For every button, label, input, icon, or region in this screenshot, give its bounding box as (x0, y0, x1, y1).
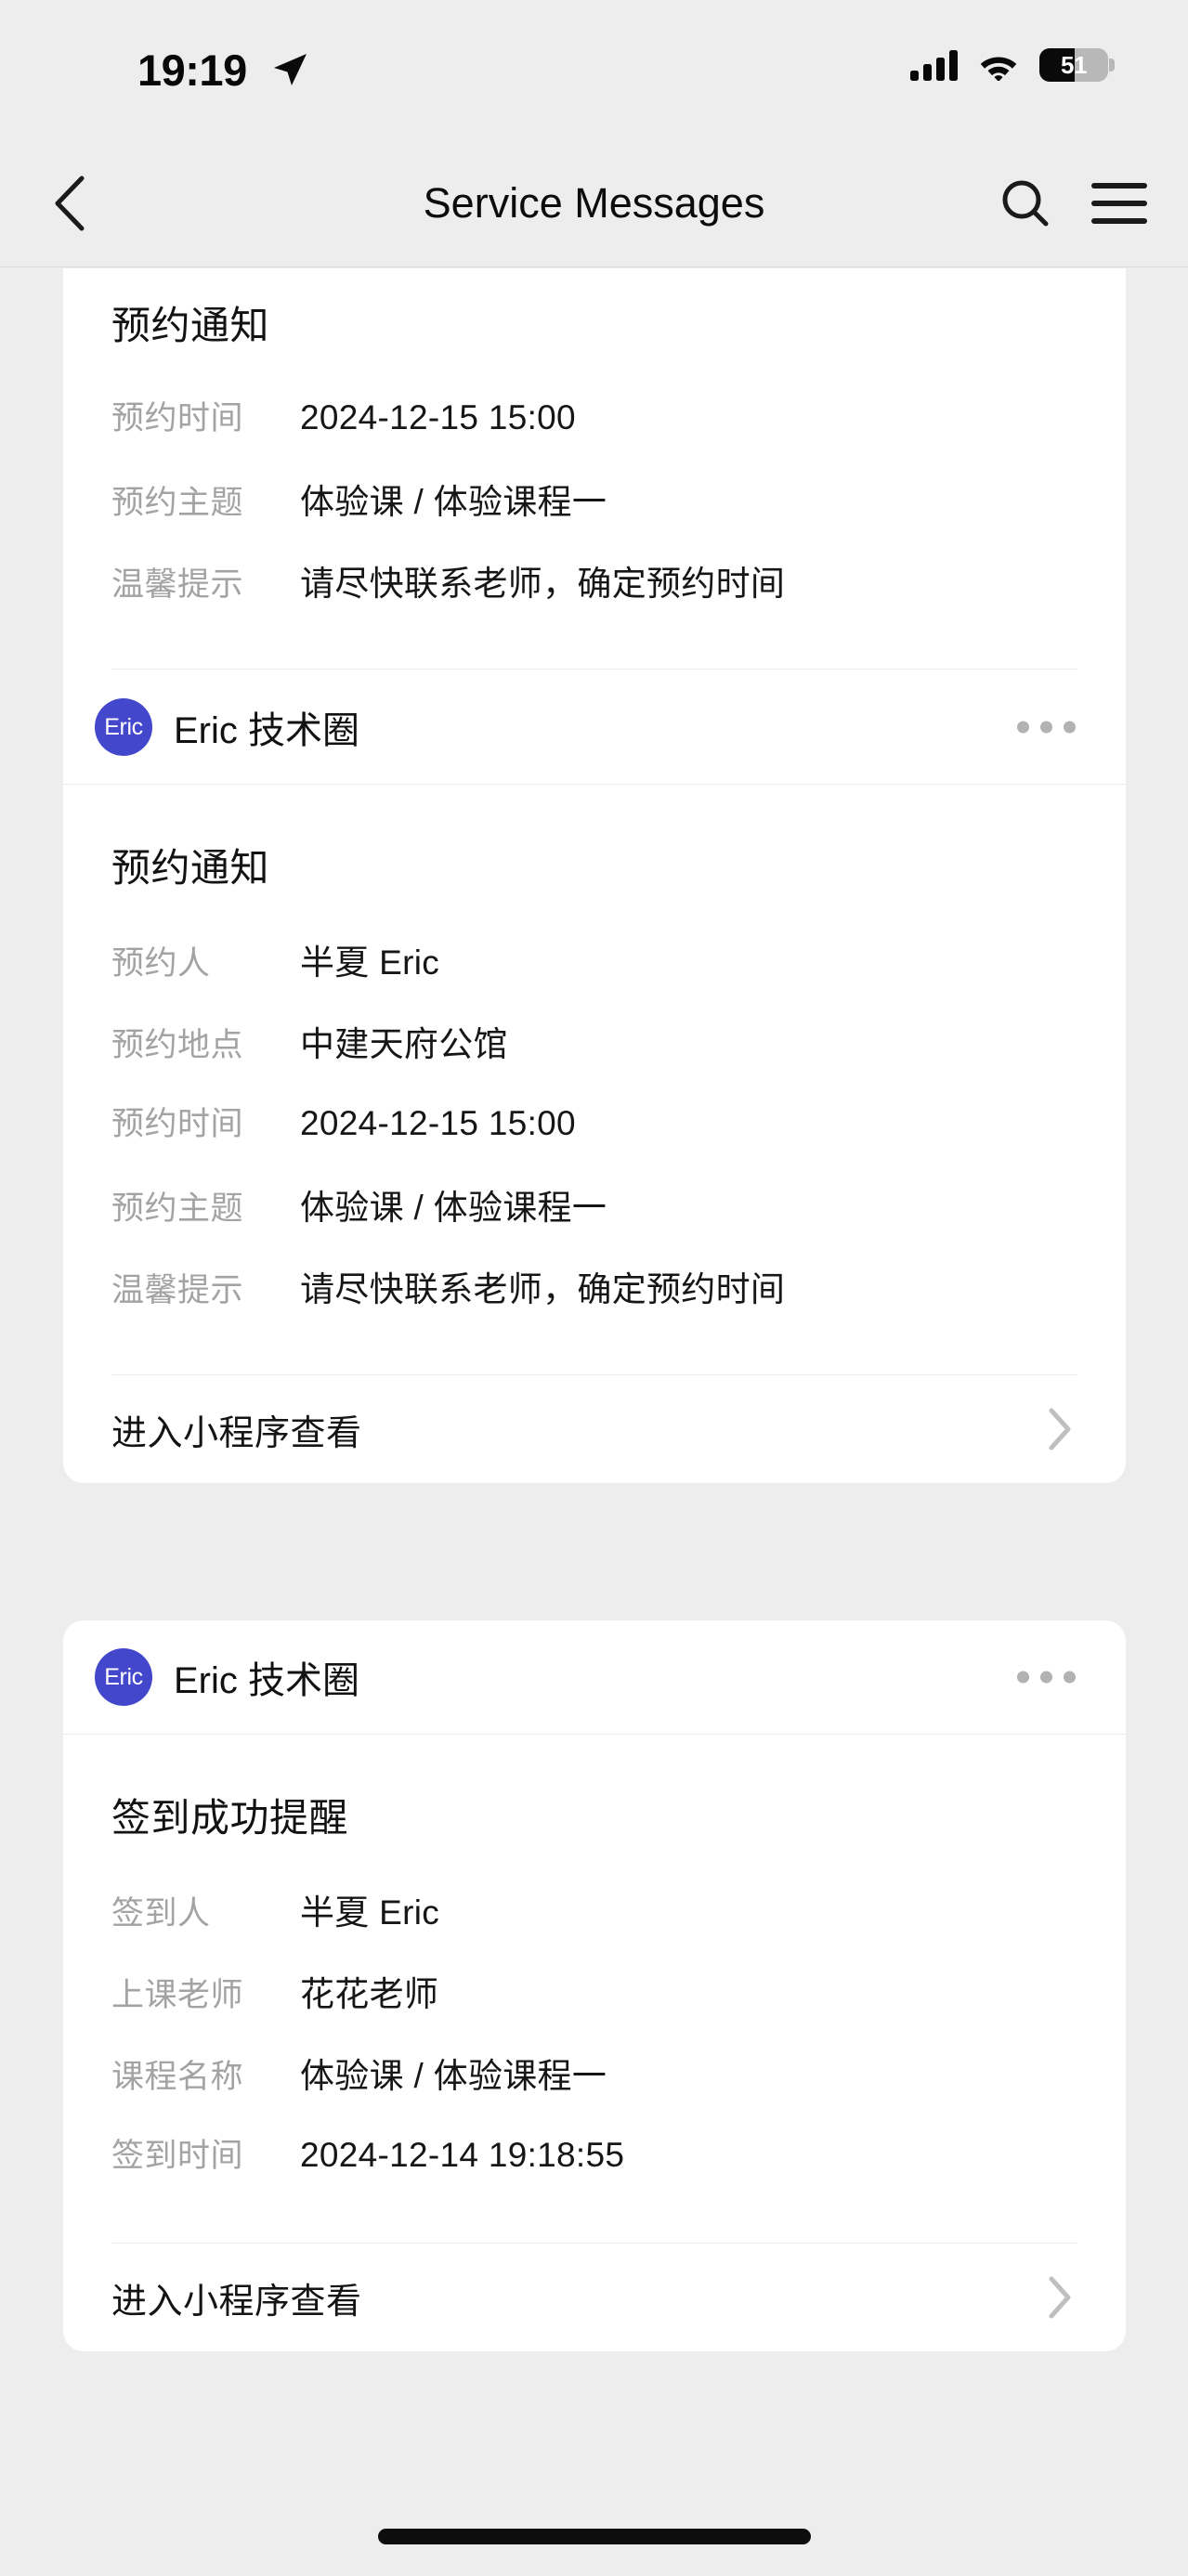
detail-row: 签到人 半夏 Eric (63, 1884, 1126, 1966)
detail-row: 上课老师 花花老师 (63, 1966, 1126, 2048)
detail-value: 体验课 / 体验课程一 (300, 1189, 607, 1227)
service-message-card[interactable]: Eric Eric 技术圈 预约通知 预约人 半夏 Eric 预约地点 中建天府… (63, 670, 1126, 1483)
message-title: 预约通知 (111, 304, 270, 347)
detail-row: 温馨提示 请尽快联系老师，确定预约时间 (63, 555, 1126, 637)
detail-row: 预约人 半夏 Eric (63, 934, 1126, 1016)
detail-label: 温馨提示 (111, 1272, 244, 1308)
detail-value: 2024-12-15 15:00 (300, 1104, 576, 1142)
home-indicator[interactable] (377, 2529, 811, 2544)
detail-row: 预约时间 2024-12-15 15:00 (63, 392, 1126, 474)
detail-value: 半夏 Eric (300, 1893, 440, 1932)
detail-rows: 预约时间 2024-12-15 15:00 预约主题 体验课 / 体验课程一 温… (63, 351, 1126, 669)
more-horizontal-icon[interactable] (1017, 1671, 1076, 1684)
wifi-icon (980, 57, 1017, 81)
card-body: 预约通知 预约人 半夏 Eric 预约地点 中建天府公馆 预约时间 2024-1… (63, 785, 1126, 1483)
battery-tip (1109, 59, 1115, 72)
open-miniprogram-link[interactable]: 进入小程序查看 (63, 1375, 1126, 1483)
account-name: Eric 技术圈 (174, 1660, 359, 1701)
detail-rows: 签到人 半夏 Eric 上课老师 花花老师 课程名称 体验课 / 体验课程一 签… (63, 1843, 1126, 2243)
detail-label: 预约时间 (111, 400, 244, 436)
chevron-right-icon (1049, 2276, 1071, 2319)
detail-label: 上课老师 (111, 1977, 244, 2013)
detail-row: 预约主题 体验课 / 体验课程一 (63, 474, 1126, 555)
location-arrow-icon (274, 54, 307, 85)
search-button[interactable] (995, 173, 1056, 234)
avatar: Eric (95, 1648, 152, 1706)
detail-value: 半夏 Eric (300, 943, 440, 982)
detail-value: 体验课 / 体验课程一 (300, 483, 607, 521)
detail-value: 花花老师 (300, 1975, 439, 2013)
detail-value: 请尽快联系老师，确定预约时间 (300, 565, 786, 603)
hamburger-menu-icon-line (1091, 218, 1147, 224)
status-bar-clock: 19:19 (137, 46, 247, 95)
detail-label: 预约主题 (111, 485, 244, 521)
account-name: Eric 技术圈 (174, 710, 359, 751)
status-bar: 19:19 51 (0, 0, 1188, 139)
card-header[interactable]: Eric Eric 技术圈 (63, 1620, 1126, 1734)
navigation-bar: Service Messages (0, 139, 1188, 267)
open-miniprogram-link[interactable]: 进入小程序查看 (63, 2244, 1126, 2351)
detail-rows: 预约人 半夏 Eric 预约地点 中建天府公馆 预约时间 2024-12-15 … (63, 893, 1126, 1374)
detail-row: 温馨提示 请尽快联系老师，确定预约时间 (63, 1261, 1126, 1343)
detail-label: 课程名称 (111, 2059, 244, 2095)
card-body: 签到成功提醒 签到人 半夏 Eric 上课老师 花花老师 课程名称 体验课 / … (63, 1735, 1126, 2351)
detail-row: 签到时间 2024-12-14 19:18:55 (63, 2129, 1126, 2211)
detail-value: 中建天府公馆 (300, 1025, 508, 1063)
detail-label: 预约人 (111, 945, 211, 982)
message-title: 签到成功提醒 (111, 1796, 349, 1840)
detail-value: 体验课 / 体验课程一 (300, 2057, 607, 2095)
menu-button[interactable] (1091, 175, 1149, 232)
battery-percent-label: 51 (1061, 51, 1087, 79)
detail-value: 2024-12-15 15:00 (300, 398, 576, 436)
detail-value: 2024-12-14 19:18:55 (300, 2136, 625, 2174)
detail-label: 预约主题 (111, 1190, 244, 1227)
detail-label: 温馨提示 (111, 566, 244, 603)
phone-screen: 19:19 51 Service Messages 预约通知 预约时间 2024… (0, 0, 1188, 2576)
hamburger-menu-icon-line (1091, 201, 1147, 206)
avatar: Eric (95, 698, 152, 756)
battery-icon: 51 (1039, 48, 1115, 82)
search-icon (1002, 180, 1049, 227)
detail-row: 预约地点 中建天府公馆 (63, 1016, 1126, 1098)
more-horizontal-icon[interactable] (1017, 721, 1076, 734)
cellular-signal-icon (910, 49, 958, 81)
detail-value: 请尽快联系老师，确定预约时间 (300, 1270, 786, 1308)
detail-row: 预约时间 2024-12-15 15:00 (63, 1098, 1126, 1179)
detail-label: 签到时间 (111, 2138, 244, 2174)
open-miniprogram-label: 进入小程序查看 (111, 2282, 362, 2322)
open-miniprogram-label: 进入小程序查看 (111, 1413, 362, 1453)
detail-row: 课程名称 体验课 / 体验课程一 (63, 2048, 1126, 2129)
detail-row: 预约主题 体验课 / 体验课程一 (63, 1179, 1126, 1261)
card-header[interactable]: Eric Eric 技术圈 (63, 670, 1126, 784)
message-title: 预约通知 (111, 846, 270, 890)
detail-label: 预约时间 (111, 1106, 244, 1142)
status-bar-indicators: 51 (910, 48, 1115, 82)
hamburger-menu-icon-line (1091, 183, 1147, 189)
service-message-card[interactable]: Eric Eric 技术圈 签到成功提醒 签到人 半夏 Eric 上课老师 花花… (63, 1620, 1126, 2351)
message-list[interactable]: Eric Eric 技术圈 预约通知 预约时间 2024-12-15 15:00… (0, 268, 1188, 2576)
chevron-right-icon (1049, 1408, 1071, 1451)
detail-label: 签到人 (111, 1895, 211, 1932)
detail-label: 预约地点 (111, 1027, 244, 1063)
